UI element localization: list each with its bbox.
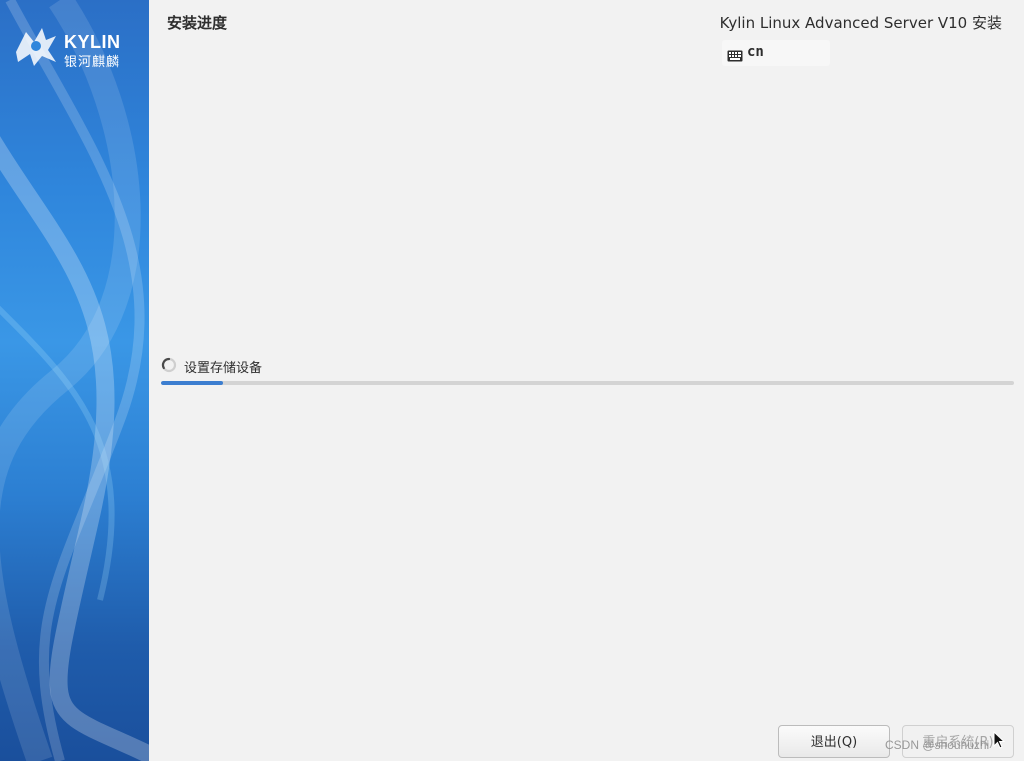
install-progress-bar xyxy=(161,381,1014,385)
kylin-logo: KYLIN 银河麒麟 xyxy=(12,22,137,70)
kylin-logo-icon xyxy=(16,28,56,66)
keyboard-layout-indicator[interactable]: cn xyxy=(722,40,830,66)
status-text: 设置存储设备 xyxy=(184,361,263,376)
product-title: Kylin Linux Advanced Server V10 安装 xyxy=(719,14,1002,32)
logo-brand-text: KYLIN xyxy=(64,32,121,52)
logo-chinese-text: 银河麒麟 xyxy=(64,55,121,70)
keyboard-layout-label: cn xyxy=(747,44,764,60)
quit-button[interactable]: 退出(Q) xyxy=(778,725,890,758)
mouse-cursor-icon xyxy=(993,731,1005,749)
sidebar-swirl-decoration xyxy=(0,0,149,761)
page-title: 安装进度 xyxy=(167,14,228,32)
sidebar: KYLIN 银河麒麟 xyxy=(0,0,149,761)
install-progress-fill xyxy=(161,381,224,385)
watermark: CSDN @shouhuzhi xyxy=(885,738,990,752)
keyboard-icon xyxy=(727,47,743,66)
spinner-icon xyxy=(161,357,177,373)
